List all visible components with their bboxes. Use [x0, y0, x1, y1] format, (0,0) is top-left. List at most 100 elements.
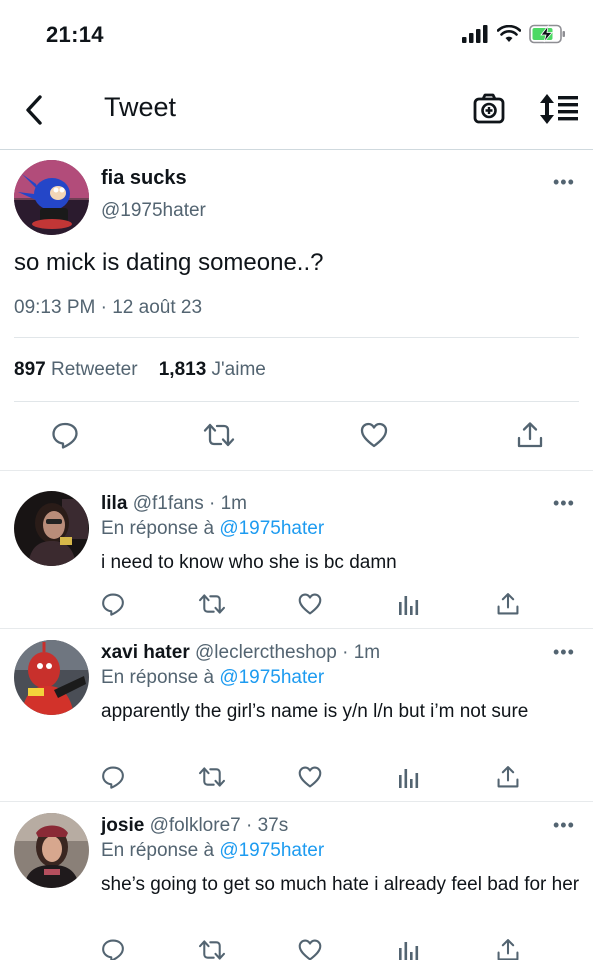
more-options-button[interactable]: •••: [553, 173, 575, 191]
author-handle-time[interactable]: @folklore7 · 37s: [150, 815, 289, 836]
reply-tweet[interactable]: josie @folklore7 · 37s ••• En réponse à …: [0, 802, 593, 960]
author-handle-time[interactable]: @leclerctheshop · 1m: [195, 642, 380, 663]
share-button[interactable]: [496, 938, 520, 960]
reply-text: apparently the girl’s name is y/n l/n bu…: [101, 701, 529, 722]
reply-header: lila @f1fans · 1m: [101, 493, 247, 515]
reply-text: she’s going to get so much hate i alread…: [101, 874, 580, 895]
tweet-timestamp: 09:13 PM · 12 août 23: [14, 297, 203, 318]
reply-tweet[interactable]: lila @f1fans · 1m ••• En réponse à @1975…: [0, 472, 593, 629]
reply-actions: [0, 938, 593, 960]
reply-button[interactable]: [101, 592, 125, 621]
like-button[interactable]: [298, 765, 322, 794]
views-button[interactable]: [398, 765, 420, 794]
retweet-icon: [198, 940, 226, 960]
tweet-stats: 897 Retweeter 1,813 J'aime: [14, 359, 266, 381]
battery-charging-icon: [529, 24, 565, 44]
avatar-image: [14, 491, 89, 566]
in-reply-prefix: En réponse à: [101, 518, 215, 539]
avatar-image: [14, 160, 89, 235]
share-icon: [497, 766, 519, 788]
camera-button[interactable]: [470, 92, 508, 126]
retweet-button[interactable]: [198, 765, 226, 794]
avatar[interactable]: [14, 640, 89, 715]
reply-icon: [102, 766, 124, 789]
retweet-icon: [198, 594, 226, 614]
sort-button[interactable]: [538, 92, 580, 126]
more-options-button[interactable]: •••: [553, 643, 575, 661]
author-name[interactable]: xavi hater: [101, 642, 190, 663]
divider: [14, 401, 579, 402]
in-reply-handle-link[interactable]: @1975hater: [219, 667, 324, 688]
share-icon: [497, 593, 519, 615]
reply-text: i need to know who she is bc damn: [101, 552, 397, 573]
like-count[interactable]: 1,813: [159, 359, 207, 380]
tweet-actions: [0, 421, 593, 451]
avatar[interactable]: [14, 813, 89, 888]
retweet-button[interactable]: [198, 592, 226, 621]
reply-header: josie @folklore7 · 37s: [101, 815, 288, 837]
more-options-button[interactable]: •••: [553, 494, 575, 512]
status-bar: 21:14: [0, 0, 593, 70]
signal-icon: [462, 25, 488, 43]
views-icon: [399, 769, 419, 788]
author-name[interactable]: lila: [101, 493, 127, 514]
camera-icon: [473, 93, 505, 124]
in-reply-to: En réponse à @1975hater: [101, 667, 324, 689]
avatar[interactable]: [14, 160, 89, 235]
avatar-image: [14, 640, 89, 715]
reply-button[interactable]: [51, 421, 79, 454]
like-button[interactable]: [360, 421, 388, 454]
reply-actions: [0, 592, 593, 616]
reply-button[interactable]: [101, 765, 125, 794]
page-title: Tweet: [104, 92, 177, 122]
author-name[interactable]: josie: [101, 815, 144, 836]
back-chevron-icon: [26, 95, 42, 125]
views-button[interactable]: [398, 592, 420, 621]
like-label[interactable]: J'aime: [212, 359, 266, 380]
sort-icon: [540, 94, 578, 124]
in-reply-to: En réponse à @1975hater: [101, 840, 324, 862]
reply-icon: [52, 422, 78, 449]
share-button[interactable]: [516, 421, 544, 454]
wifi-icon: [497, 25, 521, 42]
views-button[interactable]: [398, 938, 420, 960]
like-button[interactable]: [298, 592, 322, 621]
status-time: 21:14: [46, 22, 104, 47]
retweet-button[interactable]: [198, 938, 226, 960]
in-reply-handle-link[interactable]: @1975hater: [219, 518, 324, 539]
main-tweet: fia sucks @1975hater ••• so mick is dati…: [0, 151, 593, 471]
share-button[interactable]: [496, 592, 520, 621]
views-icon: [399, 596, 419, 615]
avatar-image: [14, 813, 89, 888]
share-icon: [517, 422, 543, 448]
like-icon: [298, 939, 322, 960]
more-options-button[interactable]: •••: [553, 816, 575, 834]
like-icon: [360, 422, 388, 448]
like-icon: [298, 766, 322, 788]
in-reply-to: En réponse à @1975hater: [101, 518, 324, 540]
author-handle-time[interactable]: @f1fans · 1m: [133, 493, 247, 514]
in-reply-handle-link[interactable]: @1975hater: [219, 840, 324, 861]
like-button[interactable]: [298, 938, 322, 960]
reply-tweet[interactable]: xavi hater @leclerctheshop · 1m ••• En r…: [0, 629, 593, 802]
in-reply-prefix: En réponse à: [101, 667, 215, 688]
in-reply-prefix: En réponse à: [101, 840, 215, 861]
status-icons: [461, 24, 567, 44]
retweet-label[interactable]: Retweeter: [51, 359, 138, 380]
avatar[interactable]: [14, 491, 89, 566]
share-icon: [497, 939, 519, 960]
tweet-text: so mick is dating someone..?: [14, 249, 324, 276]
retweet-icon: [203, 423, 235, 447]
like-icon: [298, 593, 322, 615]
reply-button[interactable]: [101, 938, 125, 960]
share-button[interactable]: [496, 765, 520, 794]
top-nav: Tweet: [0, 70, 593, 150]
author-handle[interactable]: @1975hater: [101, 200, 206, 222]
reply-icon: [102, 939, 124, 960]
author-name[interactable]: fia sucks: [101, 167, 187, 190]
retweet-count[interactable]: 897: [14, 359, 46, 380]
divider: [14, 337, 579, 338]
retweet-button[interactable]: [203, 421, 235, 454]
reply-header: xavi hater @leclerctheshop · 1m: [101, 642, 380, 664]
back-button[interactable]: [18, 92, 50, 128]
